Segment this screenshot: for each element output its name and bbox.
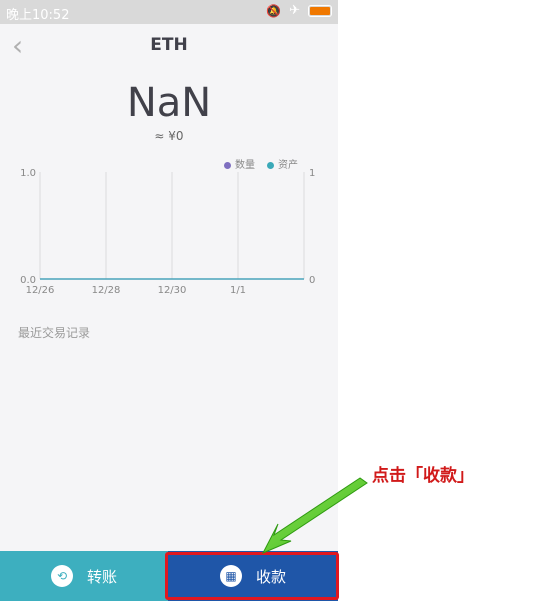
y-left-tick-label: 1.0 <box>20 168 36 179</box>
instruction-annotation: 点击「收款」 <box>372 466 474 486</box>
x-tick-label: 1/1 <box>230 285 246 296</box>
x-tick-label: 12/28 <box>92 285 121 296</box>
balance-chart: 数量 资产 12/26 12/28 12/30 1/1 1.0 0.0 1 0 <box>0 150 338 304</box>
fiat-value: ≈ ¥0 <box>154 129 184 143</box>
top-bar: ‹ ETH <box>0 24 338 68</box>
transfer-button[interactable]: ⟲ 转账 <box>0 551 168 601</box>
recent-transactions-heading: 最近交易记录 <box>18 326 91 340</box>
mute-bell-icon: 🔕 <box>266 3 282 18</box>
page-title: ETH <box>150 35 188 55</box>
airplane-mode-icon: ✈ <box>289 3 300 18</box>
status-time: 晚上10:52 <box>6 8 70 23</box>
x-tick-label: 12/30 <box>158 285 187 296</box>
transfer-label: 转账 <box>86 567 117 586</box>
y-right-tick-label: 1 <box>309 168 315 179</box>
receive-highlight-frame <box>165 552 339 600</box>
phone-screen: 晚上10:52 🔕 ✈ ‹ ETH NaN ≈ ¥0 数量 资产 12/26 12… <box>0 0 338 601</box>
y-right-tick-label: 0 <box>309 275 315 286</box>
x-tick-label: 12/26 <box>26 285 55 296</box>
status-icons: 🔕 ✈ <box>266 3 332 18</box>
y-left-tick-label: 0.0 <box>20 275 36 286</box>
battery-icon <box>308 4 332 17</box>
token-balance: NaN <box>126 80 212 126</box>
chart-plot: 12/26 12/28 12/30 1/1 1.0 0.0 1 0 <box>20 168 315 296</box>
transfer-cycle-icon: ⟲ <box>50 565 73 587</box>
status-bar: 晚上10:52 🔕 ✈ <box>0 0 338 24</box>
